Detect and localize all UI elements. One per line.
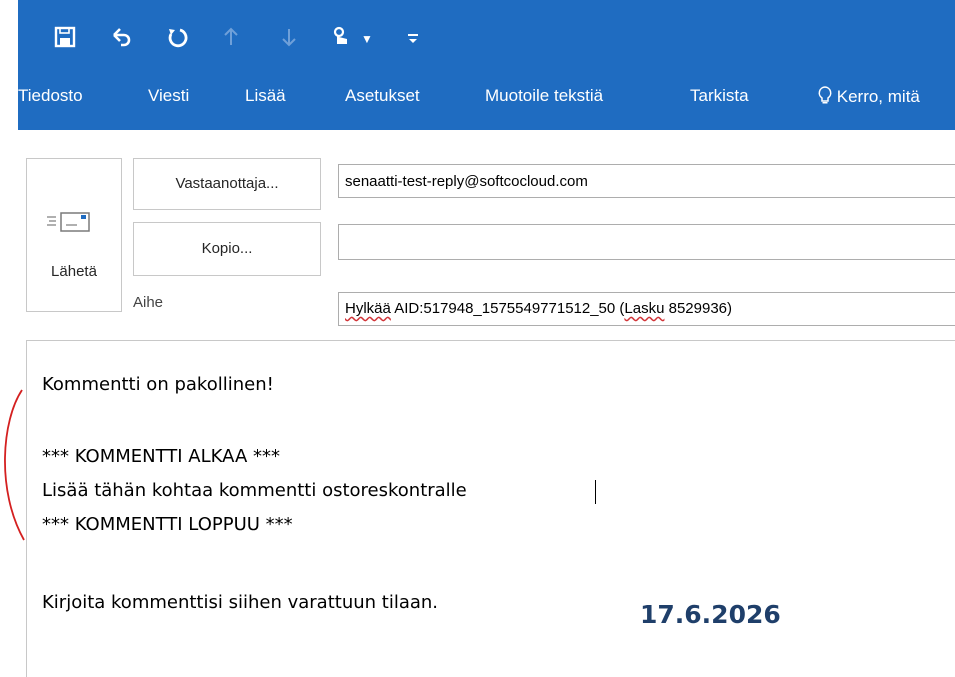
subject-text-end: 8529936) [664, 300, 733, 317]
tell-me-label: Kerro, mitä [836, 87, 920, 106]
subject-misspelled-word: Hylkää [345, 300, 391, 317]
tab-tarkista[interactable]: Tarkista [690, 86, 749, 106]
touch-mode-icon[interactable] [328, 26, 354, 52]
body-line-4: *** KOMMENTTI LOPPUU *** [42, 514, 293, 535]
tab-muotoile-tekstia[interactable]: Muotoile tekstiä [485, 86, 603, 106]
save-icon[interactable] [52, 26, 78, 52]
cc-field[interactable] [338, 224, 955, 260]
tell-me-box[interactable]: Kerro, mitä [818, 86, 920, 107]
body-line-2: *** KOMMENTTI ALKAA *** [42, 446, 280, 467]
send-label: Lähetä [51, 263, 97, 280]
customize-icon[interactable] [400, 26, 426, 52]
cc-button[interactable]: Kopio... [133, 222, 321, 276]
subject-text-mid: AID:517948_1575549771512_50 ( [390, 300, 625, 317]
tab-viesti[interactable]: Viesti [148, 86, 189, 106]
lightbulb-icon [818, 86, 832, 104]
body-line-1: Kommentti on pakollinen! [42, 374, 274, 395]
body-line-5: Kirjoita kommenttisi siihen varattuun ti… [42, 592, 439, 613]
date-stamp: 17.6.2026 [640, 600, 781, 629]
tab-asetukset[interactable]: Asetukset [345, 86, 420, 106]
text-caret [595, 480, 596, 504]
send-envelope-icon [47, 212, 90, 232]
subject-misspelled-word-2: Lasku [624, 300, 665, 317]
redo-icon[interactable] [164, 26, 190, 52]
touch-dropdown-chevron-icon[interactable]: ▼ [354, 26, 380, 52]
tab-tiedosto[interactable]: Tiedosto [18, 86, 83, 106]
annotation-circle [4, 389, 25, 541]
subject-label: Aihe [133, 294, 164, 311]
tab-lisaa[interactable]: Lisää [245, 86, 286, 106]
send-button[interactable]: Lähetä [26, 158, 122, 312]
to-field[interactable]: senaatti-test-reply@softcocloud.com [338, 164, 955, 198]
arrow-down-icon[interactable] [276, 26, 302, 52]
body-line-3: Lisää tähän kohtaa kommentti ostoreskont… [42, 480, 467, 501]
arrow-up-icon[interactable] [218, 26, 244, 52]
ribbon: ▼ Tiedosto Viesti Lisää Asetukset Muotoi… [18, 0, 955, 130]
subject-field[interactable]: Hylkää AID:517948_1575549771512_50 (Lask… [338, 292, 955, 326]
to-button[interactable]: Vastaanottaja... [133, 158, 321, 210]
undo-icon[interactable] [108, 26, 134, 52]
